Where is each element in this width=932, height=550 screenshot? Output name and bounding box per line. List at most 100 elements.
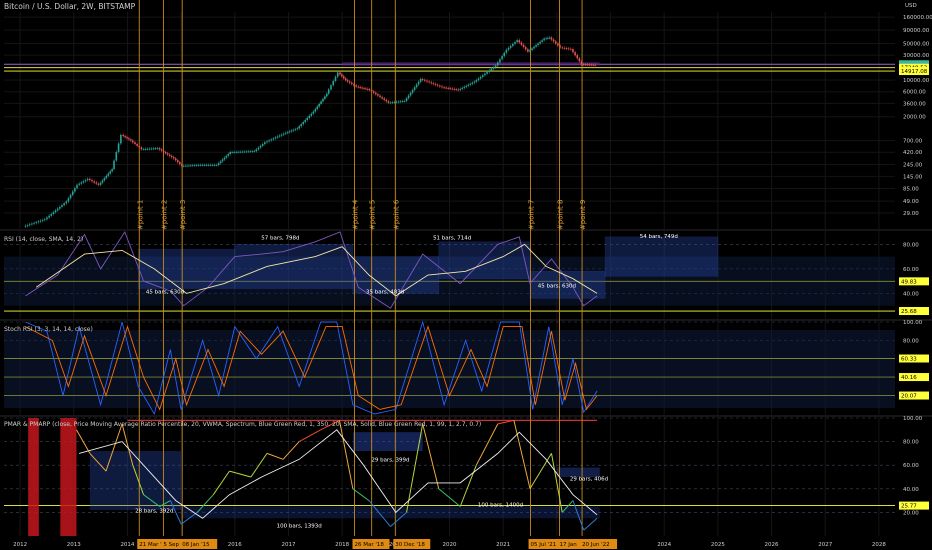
candle-body — [548, 37, 551, 39]
candle-body — [522, 44, 525, 48]
candle-body — [249, 151, 252, 153]
candle-body — [481, 75, 484, 77]
candle-body — [334, 76, 337, 81]
candle-body — [518, 40, 521, 43]
point-label: #point 8 — [557, 200, 565, 230]
candle-body — [54, 210, 57, 213]
candle-body — [120, 134, 122, 144]
candle-body — [162, 150, 165, 153]
candle-body — [26, 225, 29, 226]
candle-body — [187, 165, 189, 167]
candle-body — [385, 99, 388, 102]
pmarp-red-zone — [73, 418, 77, 536]
candle-body — [424, 79, 426, 81]
candle-body — [50, 213, 53, 216]
candle-body — [288, 131, 291, 133]
purple-zone — [342, 62, 600, 66]
candle-body — [455, 89, 458, 91]
candle-body — [574, 52, 576, 56]
candle-body — [176, 160, 179, 163]
candle-body — [261, 144, 264, 146]
candle-body — [154, 148, 157, 150]
candle-body — [550, 37, 553, 40]
candle-body — [465, 85, 468, 87]
candle-body — [318, 103, 320, 107]
candle-body — [302, 122, 305, 125]
candle-body — [286, 132, 289, 133]
level-badge-text: 49.83 — [901, 279, 917, 285]
rsi-annotation: 45 bars, 630d — [538, 283, 576, 289]
candle-body — [278, 135, 281, 137]
candle-body — [413, 87, 416, 90]
candle-body — [272, 138, 275, 140]
candle-body — [237, 151, 239, 153]
candle-body — [63, 203, 65, 206]
candle-body — [266, 141, 268, 143]
candle-body — [379, 95, 381, 98]
candle-body — [492, 67, 495, 69]
candle-body — [351, 82, 353, 85]
candle-body — [426, 80, 428, 82]
point-label: #point 3 — [179, 200, 187, 230]
level-badge-text: 60.33 — [901, 356, 917, 362]
candle-body — [477, 78, 480, 81]
candle-body — [257, 147, 260, 150]
candle-body — [314, 109, 317, 112]
candle-body — [59, 206, 61, 209]
candle-body — [505, 49, 508, 53]
candle-body — [86, 178, 89, 181]
candle-body — [501, 56, 503, 60]
candle-body — [78, 183, 80, 185]
candle-body — [403, 100, 406, 102]
candle-body — [146, 148, 149, 150]
candle-body — [239, 151, 241, 153]
candle-body — [393, 102, 396, 103]
candle-body — [407, 95, 410, 99]
candle-body — [355, 85, 357, 87]
pmarp-annotation: 28 bars, 392d — [135, 508, 173, 514]
rsi-annotation: 51 bars, 714d — [433, 235, 471, 241]
y-tick-label: 50000.00 — [903, 42, 930, 48]
candle-body — [95, 182, 98, 184]
candle-body — [421, 79, 424, 80]
rsi-annotation: 45 bars, 630d — [146, 289, 184, 295]
candle-body — [56, 208, 59, 211]
y-tick-label: 420.00 — [903, 150, 923, 156]
candle-body — [451, 88, 453, 90]
candle-body — [469, 83, 472, 85]
candle-body — [140, 147, 143, 150]
pmarp-red-zone — [60, 418, 74, 536]
x-tick-label: 2017 — [281, 542, 295, 548]
y-tick-label: 2000.00 — [903, 115, 926, 121]
date-badge-text: 05 Jul '21 — [531, 542, 557, 548]
y-tick-label: 80.00 — [903, 242, 919, 248]
candle-body — [310, 113, 313, 116]
candle-body — [128, 138, 130, 140]
candle-body — [383, 98, 385, 100]
candle-body — [332, 80, 335, 86]
candle-body — [180, 164, 183, 166]
candle-body — [213, 164, 216, 166]
candle-body — [304, 120, 307, 123]
y-tick-label: 100.00 — [903, 416, 923, 422]
candle-body — [509, 45, 512, 48]
candle-body — [215, 164, 218, 166]
candle-body — [247, 151, 250, 153]
candle-body — [399, 101, 402, 103]
candle-body — [479, 76, 482, 79]
candle-body — [370, 89, 373, 92]
candle-body — [539, 41, 541, 44]
pmarp-annotation: 100 bars, 1400d — [478, 503, 523, 509]
x-tick-label: 2025 — [711, 542, 725, 548]
candle-body — [346, 80, 349, 82]
candle-body — [361, 87, 363, 89]
candle-body — [514, 42, 516, 44]
candle-body — [243, 151, 245, 153]
candle-body — [326, 93, 328, 97]
candle-body — [201, 164, 204, 166]
y-tick-label: 29.00 — [903, 211, 919, 217]
y-tick-label: 700.00 — [903, 139, 923, 145]
candle-body — [391, 102, 394, 104]
candle-body — [113, 160, 115, 170]
candle-body — [565, 48, 568, 49]
